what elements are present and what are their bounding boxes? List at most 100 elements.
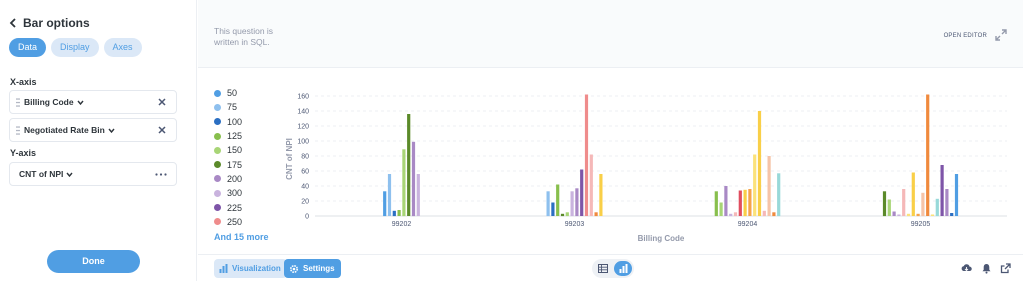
bar[interactable] <box>407 114 411 216</box>
settings-button[interactable]: Settings <box>284 259 341 278</box>
bar[interactable] <box>599 174 603 216</box>
download-icon[interactable] <box>961 263 972 274</box>
chevron-down-icon[interactable] <box>108 128 115 133</box>
bar[interactable] <box>762 210 766 217</box>
x-tick-label: 99203 <box>565 221 585 228</box>
bar[interactable] <box>416 174 420 216</box>
bar[interactable] <box>719 202 723 217</box>
bar[interactable] <box>902 189 906 216</box>
bar[interactable] <box>950 213 954 216</box>
bar[interactable] <box>397 210 401 216</box>
bar[interactable] <box>954 174 959 216</box>
bar[interactable] <box>411 141 416 217</box>
y-axis-title: CNT of NPI <box>285 138 294 180</box>
visualization-button[interactable]: Visualization <box>214 259 287 278</box>
bar[interactable] <box>570 191 574 217</box>
bar[interactable] <box>945 189 949 216</box>
bar[interactable] <box>921 192 925 217</box>
y-tick-label: 60 <box>301 169 309 176</box>
bar[interactable] <box>594 212 598 217</box>
bar[interactable] <box>940 165 944 216</box>
y-tick-label: 80 <box>301 154 309 161</box>
bar[interactable] <box>887 199 891 217</box>
tab-data[interactable]: Data <box>9 38 47 57</box>
legend-item[interactable]: 175 <box>214 157 269 171</box>
bar[interactable] <box>911 172 915 217</box>
legend-label: 125 <box>227 131 243 142</box>
x-axis-title: Billing Code <box>638 234 685 243</box>
bar[interactable] <box>772 212 776 217</box>
legend-item[interactable]: 100 <box>214 115 269 129</box>
bar[interactable] <box>714 191 718 217</box>
close-icon[interactable] <box>157 97 167 107</box>
bar[interactable] <box>930 214 935 217</box>
bar[interactable] <box>546 191 550 217</box>
bar[interactable] <box>757 111 762 216</box>
open-editor-link[interactable]: OPEN EDITOR <box>944 33 987 39</box>
bar[interactable] <box>906 213 911 217</box>
chevron-down-icon[interactable] <box>66 172 73 177</box>
bar[interactable] <box>584 94 589 217</box>
bar[interactable] <box>753 154 757 217</box>
legend-dot <box>214 175 221 183</box>
more-options-icon[interactable] <box>155 173 167 176</box>
y-tick-label: 40 <box>301 184 309 191</box>
bar[interactable] <box>916 213 920 217</box>
bar[interactable] <box>565 212 569 217</box>
bell-icon[interactable] <box>981 263 992 274</box>
bar[interactable] <box>580 169 584 217</box>
legend-item[interactable]: 50 <box>214 86 269 100</box>
legend-dot <box>214 204 221 212</box>
bar[interactable] <box>748 189 752 216</box>
bar-chart-icon <box>619 264 627 273</box>
legend-item[interactable]: 150 <box>214 143 269 157</box>
x-axis-field-billing-code[interactable]: Billing Code <box>9 90 177 114</box>
bar[interactable] <box>551 202 555 217</box>
legend-item[interactable]: 225 <box>214 200 269 214</box>
share-icon[interactable] <box>1000 263 1011 274</box>
y-axis-field-cnt-of-npi[interactable]: CNT of NPI <box>9 162 177 186</box>
visualization-label: Visualization <box>232 264 281 273</box>
done-button[interactable]: Done <box>47 250 140 273</box>
bar[interactable] <box>767 156 771 216</box>
tab-display[interactable]: Display <box>51 38 99 57</box>
chart-view-toggle[interactable] <box>614 261 632 276</box>
bar[interactable] <box>892 211 896 217</box>
bar[interactable] <box>882 191 887 217</box>
bar[interactable] <box>743 189 747 217</box>
close-icon[interactable] <box>157 125 167 135</box>
legend-more-link[interactable]: And 15 more <box>214 232 269 242</box>
bar[interactable] <box>556 184 560 217</box>
table-view-toggle[interactable] <box>594 261 612 276</box>
bar[interactable] <box>733 212 738 217</box>
bar[interactable] <box>575 188 579 217</box>
legend-item[interactable]: 200 <box>214 172 269 186</box>
bar[interactable] <box>589 154 593 217</box>
back-to-settings[interactable]: Bar options <box>9 16 90 30</box>
legend-item[interactable]: 300 <box>214 186 269 200</box>
legend-item[interactable]: 250 <box>214 215 269 229</box>
legend-item[interactable]: 125 <box>214 129 269 143</box>
bar[interactable] <box>897 214 901 217</box>
chevron-left-icon <box>9 18 16 28</box>
x-axis-field-negotiated-rate-bin[interactable]: Negotiated Rate Bin <box>9 118 177 142</box>
bar[interactable] <box>387 174 392 216</box>
sql-notice-text: This question is written in SQL. <box>214 26 274 47</box>
bar[interactable] <box>729 213 733 217</box>
bar[interactable] <box>560 213 565 217</box>
bar[interactable] <box>724 186 728 216</box>
bar[interactable] <box>383 191 387 217</box>
drag-handle-icon[interactable] <box>16 125 20 135</box>
bar[interactable] <box>738 190 742 217</box>
bar[interactable] <box>392 210 396 217</box>
drag-handle-icon[interactable] <box>16 97 20 107</box>
bar[interactable] <box>402 149 406 217</box>
chevron-down-icon[interactable] <box>77 100 84 105</box>
bar[interactable] <box>777 173 781 217</box>
legend-item[interactable]: 75 <box>214 100 269 114</box>
legend-label: 50 <box>227 88 238 99</box>
tab-axes[interactable]: Axes <box>103 38 142 57</box>
bar[interactable] <box>926 94 930 217</box>
expand-icon[interactable] <box>995 29 1007 41</box>
bar[interactable] <box>935 198 939 217</box>
